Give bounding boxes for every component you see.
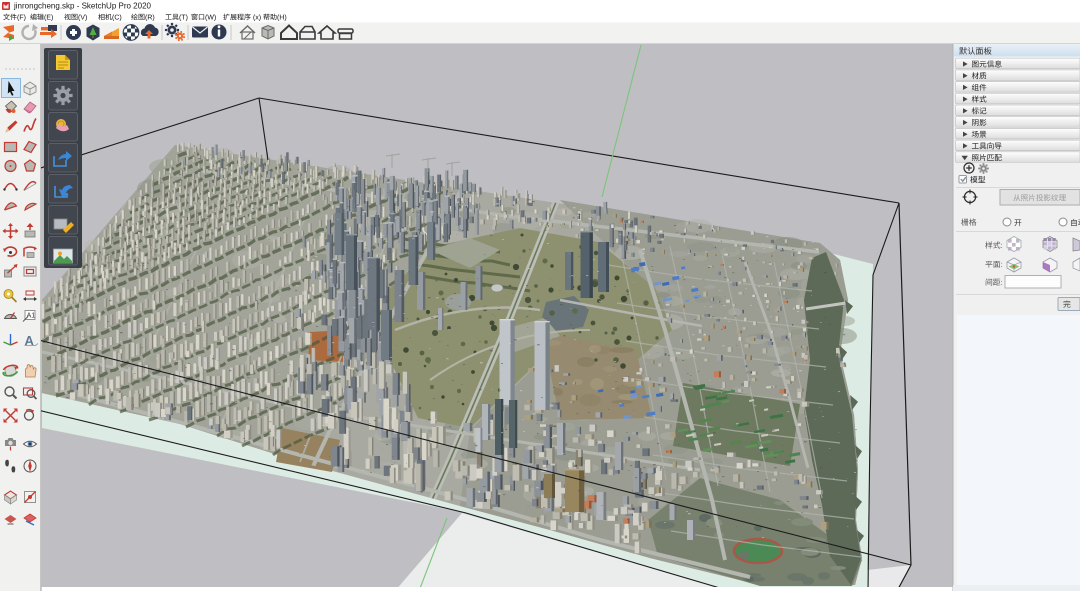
svg-text:A1: A1 <box>27 313 36 320</box>
svg-text:jinrongcheng.skp - SketchUp Pr: jinrongcheng.skp - SketchUp Pro 2020 <box>13 2 152 11</box>
